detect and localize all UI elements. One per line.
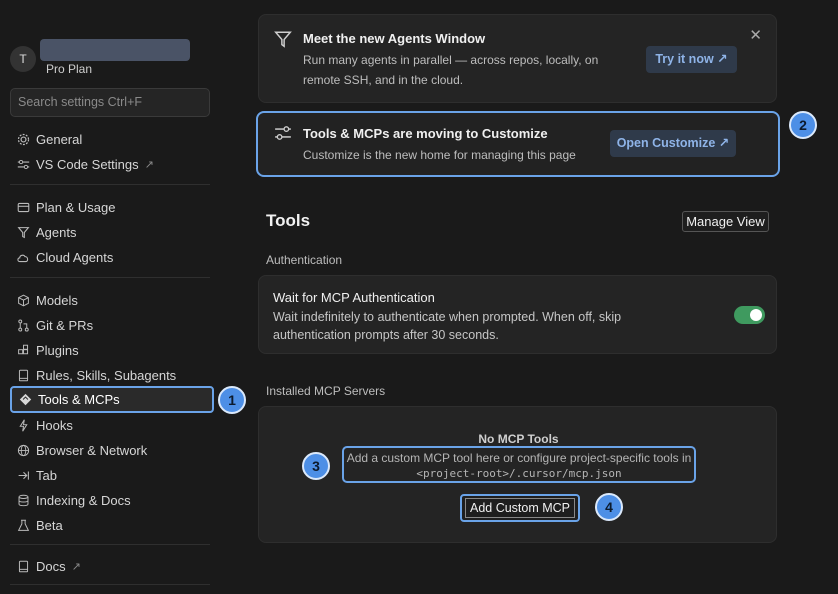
sidebar-item-label: Plugins	[36, 342, 79, 358]
settings-sidebar: T Pro Plan Search settings Ctrl+F Genera…	[0, 0, 222, 594]
agent-icon	[16, 225, 30, 239]
agents-window-banner: Meet the new Agents Window Run many agen…	[258, 14, 777, 103]
sidebar-item-label: Hooks	[36, 417, 73, 433]
banner-text: Run many agents in parallel — across rep…	[303, 53, 599, 87]
try-it-now-button[interactable]: Try it now ↗	[646, 46, 737, 73]
agent-icon	[274, 30, 292, 51]
mcp-config-path: <project-root>/.cursor/mcp.json	[416, 467, 622, 480]
sidebar-item-plan-usage[interactable]: Plan & Usage	[10, 195, 214, 219]
external-link-icon: ↗	[144, 158, 154, 171]
sidebar-divider	[10, 584, 210, 585]
setting-description: Wait indefinitely to authenticate when p…	[273, 310, 622, 342]
sidebar-item-browser-network[interactable]: Browser & Network	[10, 438, 214, 462]
sidebar-item-label: General	[36, 131, 83, 147]
sidebar-item-label: Browser & Network	[36, 442, 148, 458]
sidebar-item-git-prs[interactable]: Git & PRs	[10, 313, 214, 337]
flask-icon	[16, 518, 30, 532]
search-input[interactable]: Search settings Ctrl+F	[10, 88, 210, 117]
setting-title: Wait for MCP Authentication	[273, 290, 435, 305]
sidebar-item-tab[interactable]: Tab	[10, 463, 214, 487]
sidebar-item-docs[interactable]: Docs ↗	[10, 554, 214, 578]
installed-mcp-section-label: Installed MCP Servers	[266, 384, 386, 398]
hooks-icon	[16, 418, 30, 432]
sidebar-item-label: Models	[36, 292, 78, 308]
tools-icon	[18, 393, 32, 407]
empty-state-description: Add a custom MCP tool here or configure …	[342, 446, 696, 483]
annotation-badge-1: 1	[218, 386, 246, 414]
empty-state-title: No MCP Tools	[478, 432, 559, 446]
sidebar-item-beta[interactable]: Beta	[10, 513, 214, 537]
sliders-icon	[274, 124, 292, 145]
globe-icon	[16, 443, 30, 457]
mcp-auth-setting: Wait for MCP Authentication Wait indefin…	[258, 275, 777, 354]
manage-view-button[interactable]: Manage View	[682, 211, 769, 232]
sidebar-item-label: Docs	[36, 558, 66, 574]
sidebar-item-cloud-agents[interactable]: Cloud Agents	[10, 245, 214, 269]
sidebar-divider	[10, 277, 210, 278]
sidebar-item-rules-skills-subagents[interactable]: Rules, Skills, Subagents	[10, 363, 214, 387]
database-icon	[16, 493, 30, 507]
gear-icon	[16, 132, 30, 146]
sidebar-item-label: Agents	[36, 224, 77, 240]
card-icon	[16, 200, 30, 214]
mcp-servers-panel: No MCP Tools Add a custom MCP tool here …	[258, 406, 777, 543]
sidebar-divider	[10, 544, 210, 545]
git-icon	[16, 318, 30, 332]
redacted-username	[40, 39, 190, 61]
book-icon	[16, 368, 30, 382]
annotation-badge-4: 4	[595, 493, 623, 521]
annotation-badge-3: 3	[302, 452, 330, 480]
add-custom-mcp-button[interactable]: Add Custom MCP	[460, 494, 580, 522]
sidebar-item-agents[interactable]: Agents	[10, 220, 214, 244]
page-title: Tools	[266, 211, 311, 230]
banner-text: Customize is the new home for managing t…	[303, 148, 576, 162]
sidebar-item-label: Tools & MCPs	[38, 392, 120, 407]
empty-state-text: Add a custom MCP tool here or configure …	[346, 451, 692, 465]
annotation-badge-2: 2	[789, 111, 817, 139]
sidebar-item-tools-mcps[interactable]: Tools & MCPs	[10, 386, 214, 413]
external-link-icon: ↗	[71, 560, 81, 573]
docs-icon	[16, 559, 30, 573]
sliders-icon	[16, 157, 30, 171]
plan-label: Pro Plan	[46, 62, 93, 76]
tab-icon	[16, 468, 30, 482]
sidebar-item-label: Rules, Skills, Subagents	[36, 367, 177, 383]
toggle-knob	[750, 309, 762, 321]
close-icon[interactable]: ✕	[749, 26, 762, 44]
button-label: Add Custom MCP	[464, 498, 576, 518]
sidebar-divider	[10, 184, 210, 185]
banner-title: Meet the new Agents Window	[303, 31, 486, 46]
sidebar-item-label: Tab	[36, 467, 57, 483]
cloud-icon	[16, 250, 30, 264]
authentication-section-label: Authentication	[266, 253, 343, 267]
sidebar-item-label: Beta	[36, 517, 63, 533]
sidebar-item-vscode-settings[interactable]: VS Code Settings ↗	[10, 152, 214, 176]
avatar: T	[10, 46, 36, 72]
sidebar-item-general[interactable]: General	[10, 127, 214, 151]
banner-title: Tools & MCPs are moving to Customize	[303, 126, 548, 141]
sidebar-item-label: VS Code Settings	[36, 156, 139, 172]
sidebar-item-models[interactable]: Models	[10, 288, 214, 312]
sidebar-item-indexing-docs[interactable]: Indexing & Docs	[10, 488, 214, 512]
user-profile[interactable]: T Pro Plan	[10, 39, 210, 79]
sidebar-item-hooks[interactable]: Hooks	[10, 413, 214, 437]
sidebar-item-label: Plan & Usage	[36, 199, 116, 215]
cube-icon	[16, 293, 30, 307]
sidebar-item-label: Git & PRs	[36, 317, 94, 333]
sidebar-item-label: Cloud Agents	[36, 249, 114, 265]
plugins-icon	[16, 343, 30, 357]
mcp-auth-toggle[interactable]	[734, 306, 765, 324]
sidebar-item-plugins[interactable]: Plugins	[10, 338, 214, 362]
sidebar-item-label: Indexing & Docs	[36, 492, 131, 508]
open-customize-button[interactable]: Open Customize ↗	[610, 130, 736, 157]
customize-banner: Tools & MCPs are moving to Customize Cus…	[256, 111, 780, 177]
